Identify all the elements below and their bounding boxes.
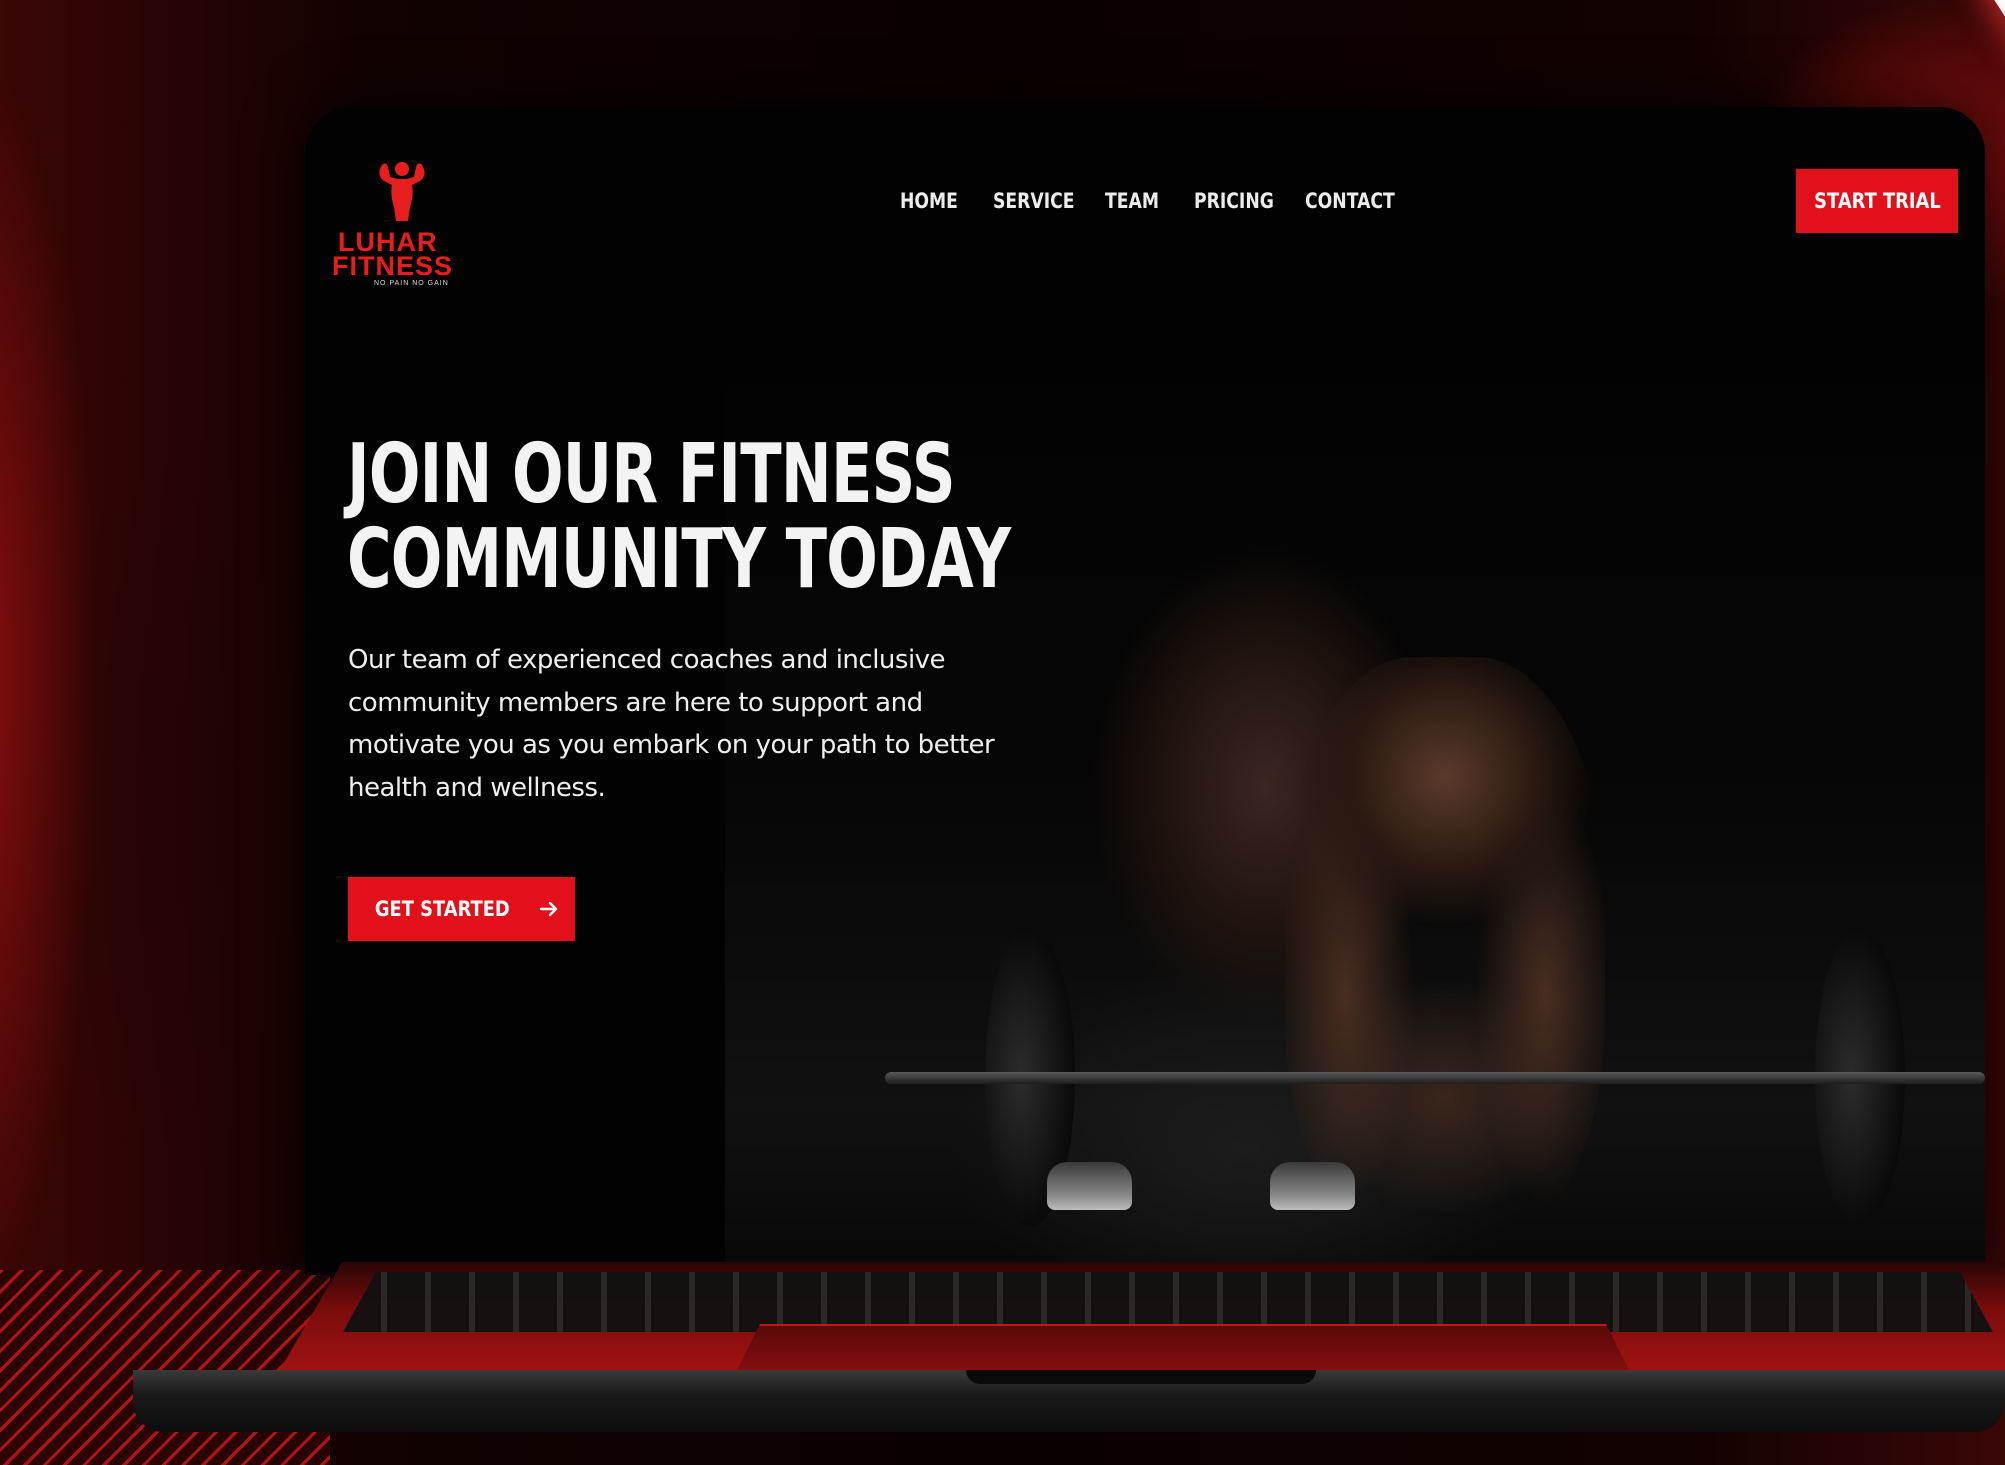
start-trial-button[interactable]: START TRIAL [1796,169,1958,233]
barbell [885,1072,1985,1084]
get-started-label: GET STARTED [375,897,510,921]
nav-link-contact[interactable]: CONTACT [1305,189,1395,213]
nav-link-home[interactable]: HOME [900,189,958,213]
nav-item-pricing[interactable]: PRICING [1194,189,1291,213]
brand-tagline: NO PAIN NO GAIN [374,280,449,287]
website-screen: LUHAR FITNESS NO PAIN NO GAIN HOME SERVI… [305,107,1985,1275]
nav-item-contact[interactable]: CONTACT [1305,189,1415,213]
red-glow-left [0,60,100,1310]
hero-title-line2: COMMUNITY TODAY [347,512,1011,607]
get-started-button[interactable]: GET STARTED [348,877,575,941]
start-trial-label: START TRIAL [1813,189,1941,213]
nav-item-team[interactable]: TEAM [1105,189,1171,213]
nav-item-home[interactable]: HOME [900,189,971,213]
laptop-notch [966,1370,1316,1384]
laptop-base [133,1262,2005,1432]
hero-title: JOIN OUR FITNESS COMMUNITY TODAY [347,432,1011,602]
nav-item-service[interactable]: SERVICE [993,189,1092,213]
hero-description: Our team of experienced coaches and incl… [348,645,995,803]
brand-logo[interactable]: LUHAR FITNESS NO PAIN NO GAIN [330,155,470,295]
hero-title-line1: JOIN OUR FITNESS [347,427,956,522]
shoe-left [1047,1162,1132,1210]
nav-link-team[interactable]: TEAM [1105,189,1159,213]
arrow-right-icon [539,901,558,917]
shoe-right [1270,1162,1355,1210]
bodybuilder-icon [379,162,425,221]
nav-link-pricing[interactable]: PRICING [1194,189,1274,213]
brand-name-line2: FITNESS [332,251,454,281]
nav-link-service[interactable]: SERVICE [993,189,1075,213]
laptop-lid: LUHAR FITNESS NO PAIN NO GAIN HOME SERVI… [305,107,1985,1275]
keyboard [343,1272,1993,1332]
